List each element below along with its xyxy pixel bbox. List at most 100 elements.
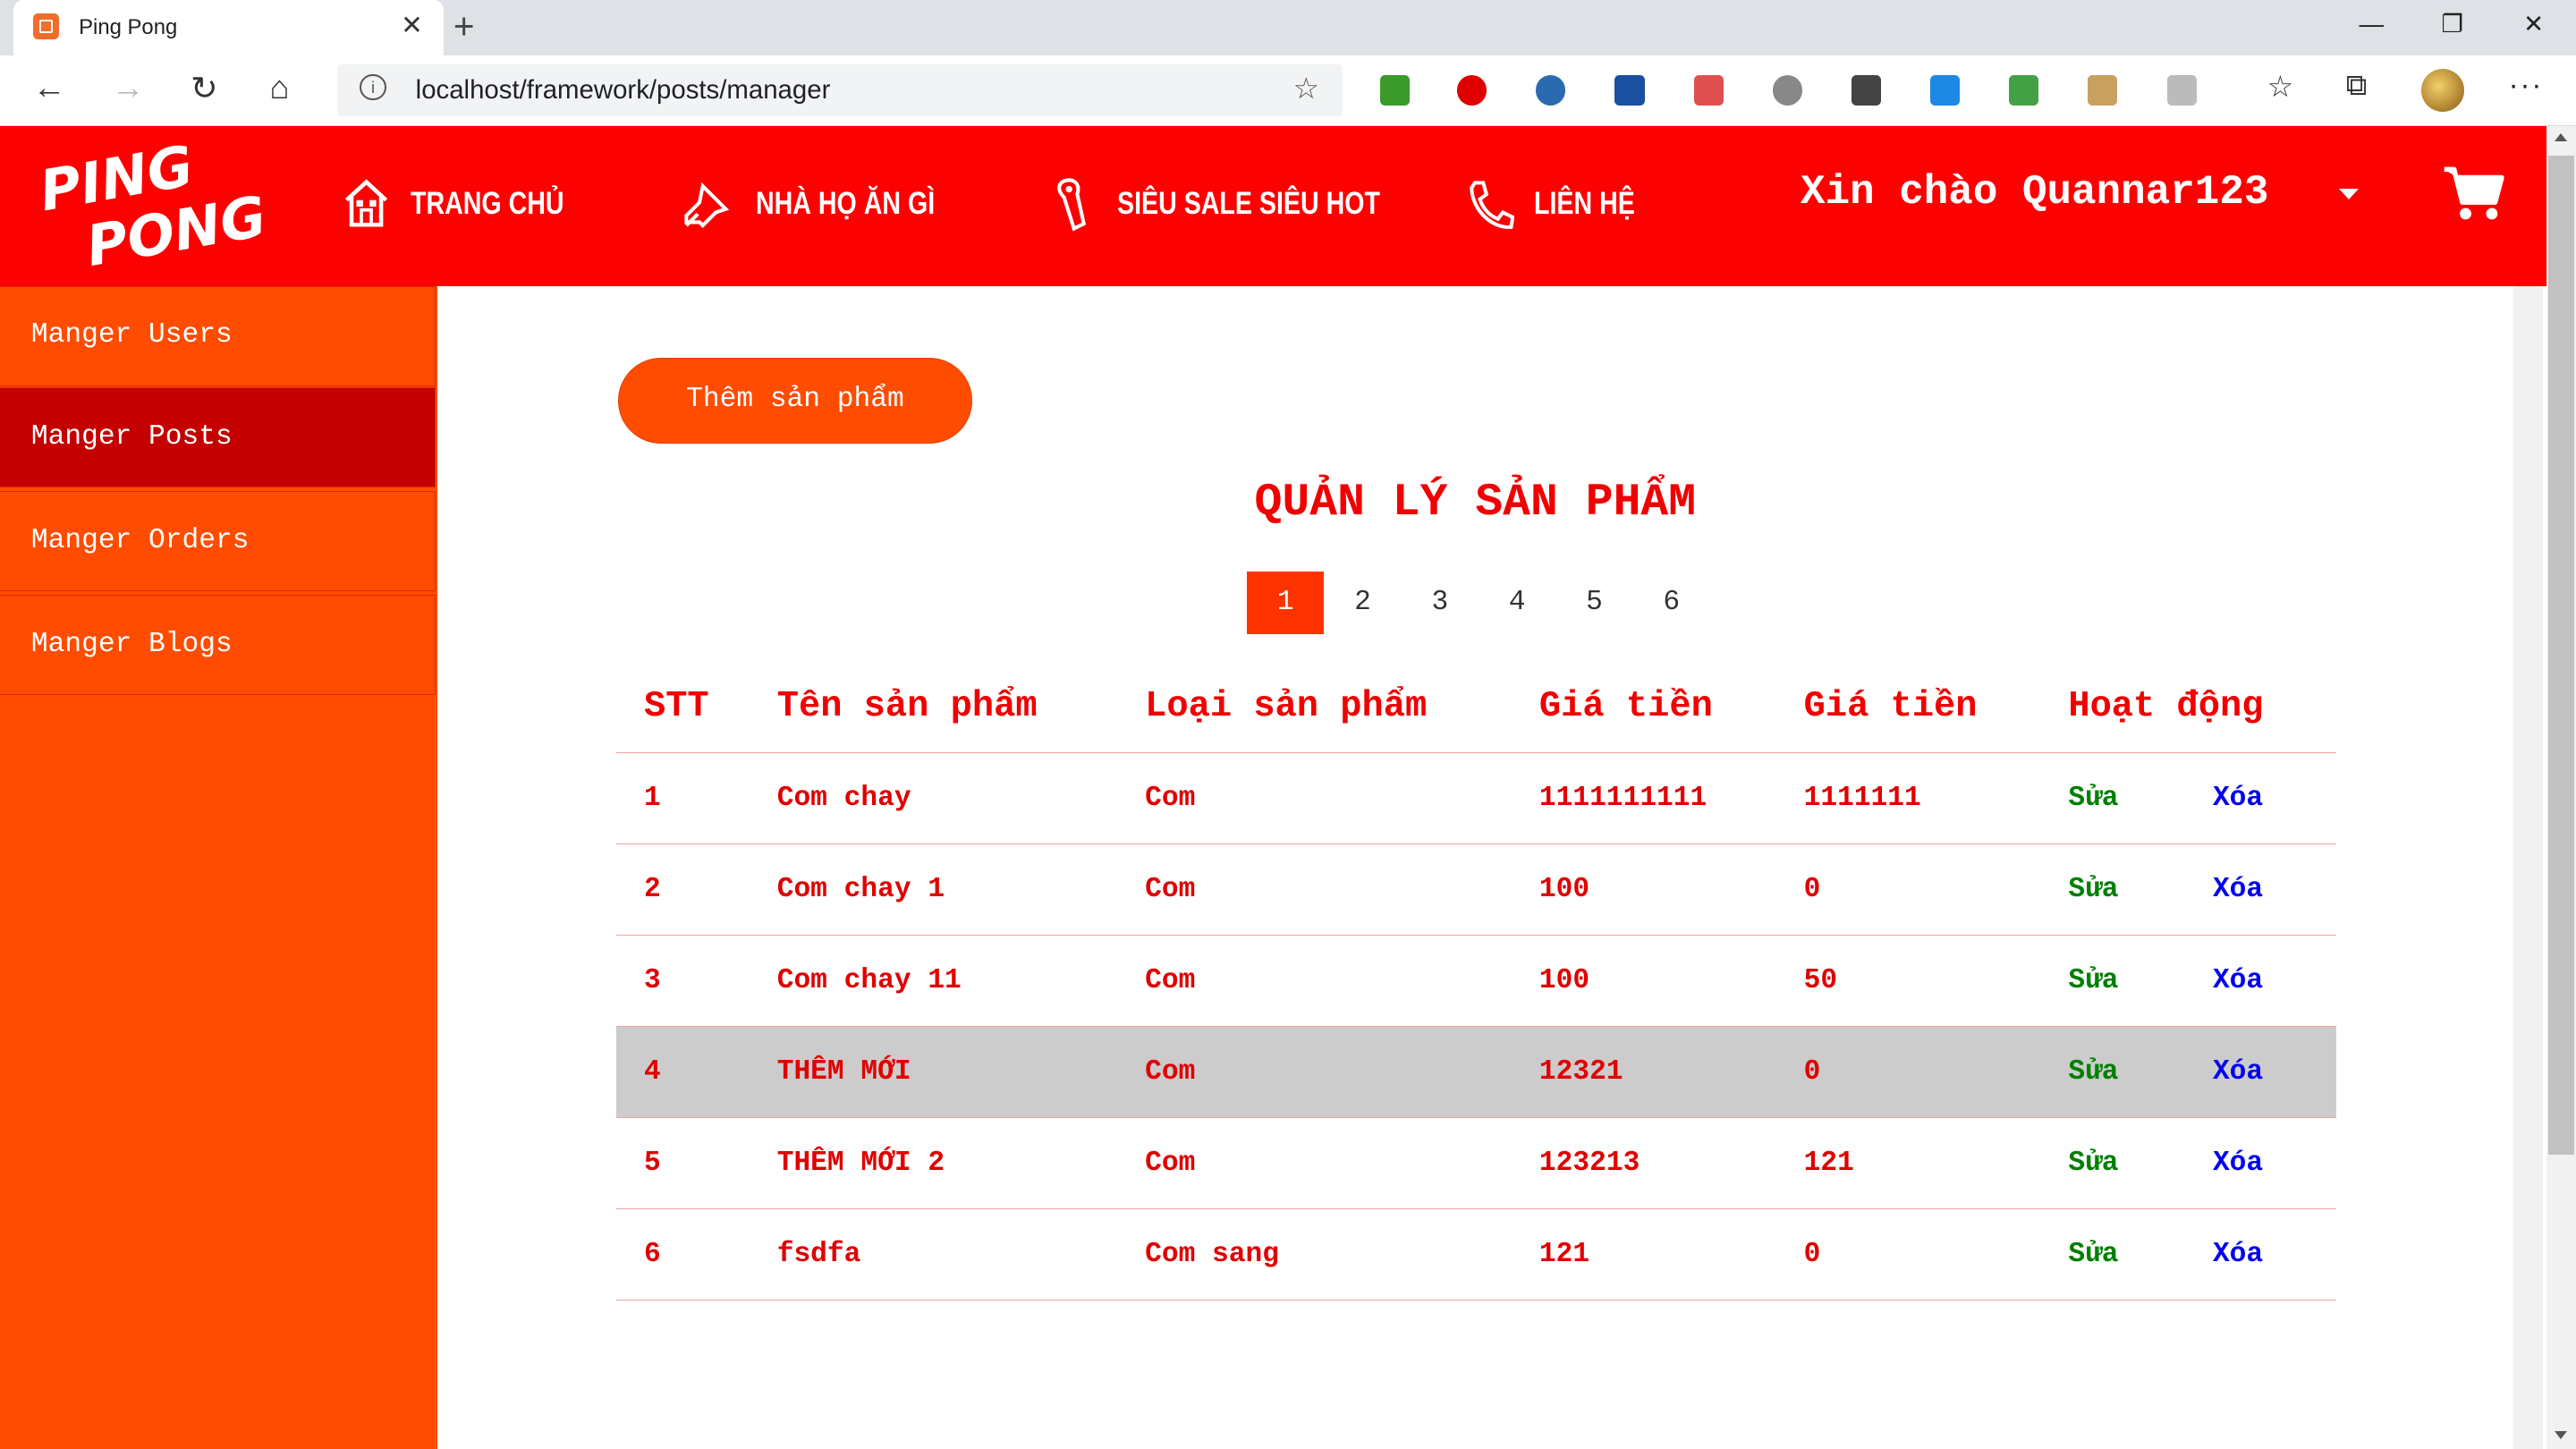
cell-price-2: 0 bbox=[1775, 1208, 2041, 1301]
cell-price-2: 50 bbox=[1775, 935, 2041, 1028]
edit-link[interactable]: Sửa bbox=[2040, 1026, 2185, 1119]
cell-type: Com bbox=[1116, 1117, 1512, 1210]
sidebar-item-label: Manger Orders bbox=[30, 524, 250, 556]
nav-nha-ho-an-gi[interactable]: NHÀ HỌ ĂN GÌ bbox=[680, 176, 974, 232]
scroll-up-icon[interactable] bbox=[2555, 132, 2568, 141]
delete-link[interactable]: Xóa bbox=[2184, 752, 2336, 845]
table-row: 5 THÊM MỚI 2 Com 123213 121 Sửa Xóa bbox=[615, 1117, 2336, 1210]
delete-link[interactable]: Xóa bbox=[2184, 1208, 2336, 1301]
extension-opera-icon[interactable] bbox=[1457, 75, 1487, 106]
site-favicon-icon bbox=[32, 13, 60, 40]
phone-icon bbox=[1470, 180, 1515, 229]
nav-lien-he[interactable]: LIÊN HỆ bbox=[1465, 176, 1657, 232]
scrollbar-thumb[interactable] bbox=[2547, 156, 2575, 1156]
sidebar-item-blogs[interactable]: Manger Blogs bbox=[0, 594, 436, 695]
page-link-2[interactable]: 2 bbox=[1324, 572, 1401, 634]
extension-network-icon[interactable] bbox=[1693, 75, 1724, 106]
tab-title: Ping Pong bbox=[79, 14, 178, 39]
cart-icon[interactable] bbox=[2441, 163, 2506, 222]
extension-v-icon[interactable] bbox=[2166, 75, 2197, 106]
add-product-button[interactable]: Thêm sản phẩm bbox=[617, 358, 973, 444]
page-scrollbar[interactable] bbox=[2546, 126, 2576, 1449]
pagination: 1 2 3 4 5 6 bbox=[1247, 572, 1710, 634]
cell-stt: 3 bbox=[615, 935, 750, 1028]
browser-tab-strip: Ping Pong ✕ + — ❐ ✕ bbox=[0, 0, 2576, 56]
home-browser-icon[interactable]: ⌂ bbox=[269, 69, 289, 106]
back-icon[interactable]: ← bbox=[33, 69, 66, 106]
cell-price: 123213 bbox=[1511, 1117, 1776, 1210]
extension-gear-icon[interactable] bbox=[1379, 75, 1410, 106]
chevron-down-icon[interactable] bbox=[2339, 189, 2360, 199]
page-viewport: PING PONG TRANG CHỦ NHÀ HỌ ĂN GÌ SIÊU SA… bbox=[0, 126, 2546, 1449]
delete-link[interactable]: Xóa bbox=[2184, 935, 2336, 1028]
column-header-stt: STT bbox=[615, 660, 750, 754]
delete-link[interactable]: Xóa bbox=[2184, 843, 2336, 936]
favorites-icon[interactable]: ☆ bbox=[2267, 69, 2294, 105]
cell-type: Com sang bbox=[1116, 1208, 1512, 1301]
cell-stt: 1 bbox=[615, 752, 750, 845]
page-link-6[interactable]: 6 bbox=[1633, 572, 1710, 634]
cell-stt: 6 bbox=[615, 1208, 750, 1301]
nav-trang-chu[interactable]: TRANG CHỦ bbox=[342, 176, 597, 232]
cell-type: Com bbox=[1116, 935, 1512, 1028]
nav-sieu-sale[interactable]: SIÊU SALE SIÊU HOT bbox=[1051, 176, 1437, 232]
sidebar-item-users[interactable]: Manger Users bbox=[0, 285, 436, 386]
delete-link[interactable]: Xóa bbox=[2184, 1117, 2336, 1210]
cell-price-2: 121 bbox=[1775, 1117, 2041, 1210]
table-row: 1 Com chay Com 1111111111 1111111 Sửa Xó… bbox=[615, 752, 2336, 845]
extension-xml-icon[interactable] bbox=[2009, 75, 2039, 106]
table-row-hovered: 4 THÊM MỚI Com 12321 0 Sửa Xóa bbox=[615, 1026, 2336, 1119]
address-bar[interactable]: i localhost/framework/posts/manager ☆ bbox=[336, 64, 1343, 117]
more-menu-icon[interactable]: ··· bbox=[2509, 69, 2544, 103]
page-link-4[interactable]: 4 bbox=[1479, 572, 1555, 634]
site-info-icon[interactable]: i bbox=[360, 73, 386, 101]
page-link-1[interactable]: 1 bbox=[1247, 572, 1325, 634]
site-logo[interactable]: PING PONG bbox=[35, 133, 271, 279]
user-greeting[interactable]: Xin chào Quannar123 bbox=[1801, 169, 2268, 216]
cell-name: Com chay 1 bbox=[749, 843, 1117, 936]
extension-mail-icon[interactable] bbox=[1930, 75, 1961, 106]
page-link-5[interactable]: 5 bbox=[1555, 572, 1632, 634]
new-tab-icon[interactable]: + bbox=[453, 5, 475, 47]
extension-j-icon[interactable] bbox=[1614, 75, 1645, 106]
tag-icon bbox=[1057, 178, 1087, 232]
browser-tab[interactable]: Ping Pong ✕ bbox=[13, 0, 444, 56]
favorite-star-icon[interactable]: ☆ bbox=[1292, 71, 1319, 106]
extension-settings-icon[interactable] bbox=[1772, 75, 1802, 106]
forward-icon[interactable]: → bbox=[112, 69, 145, 106]
close-tab-icon[interactable]: ✕ bbox=[401, 10, 423, 41]
sidebar-item-posts[interactable]: Manger Posts bbox=[0, 387, 436, 488]
minimize-icon[interactable]: — bbox=[2360, 10, 2385, 38]
cell-type: Com bbox=[1116, 752, 1512, 845]
sidebar-item-label: Manger Users bbox=[30, 319, 233, 352]
profile-avatar-icon[interactable] bbox=[2421, 69, 2465, 112]
edit-link[interactable]: Sửa bbox=[2040, 843, 2185, 936]
delete-link[interactable]: Xóa bbox=[2184, 1026, 2336, 1119]
sidebar-item-label: Manger Posts bbox=[30, 421, 233, 453]
extension-globe-icon[interactable] bbox=[1536, 75, 1566, 106]
sidebar-item-orders[interactable]: Manger Orders bbox=[0, 491, 436, 592]
extension-photo-icon[interactable] bbox=[1851, 75, 1881, 106]
edit-link[interactable]: Sửa bbox=[2040, 1117, 2185, 1210]
restore-icon[interactable]: ❐ bbox=[2441, 10, 2463, 38]
page-link-3[interactable]: 3 bbox=[1402, 572, 1479, 634]
table-row: 6 fsdfa Com sang 121 0 Sửa Xóa bbox=[615, 1208, 2336, 1301]
reload-icon[interactable]: ↻ bbox=[191, 69, 218, 107]
cell-stt: 4 bbox=[615, 1026, 750, 1119]
column-header-name: Tên sản phẩm bbox=[749, 660, 1117, 754]
table-row: 3 Com chay 11 Com 100 50 Sửa Xóa bbox=[615, 935, 2336, 1028]
url-text: localhost/framework/posts/manager bbox=[415, 75, 831, 106]
nav-label: SIÊU SALE SIÊU HOT bbox=[1116, 185, 1380, 221]
collections-icon[interactable]: ⧉ bbox=[2346, 69, 2368, 103]
edit-link[interactable]: Sửa bbox=[2040, 752, 2185, 845]
extension-image-icon[interactable] bbox=[2088, 75, 2118, 106]
window-close-icon[interactable]: ✕ bbox=[2523, 10, 2544, 38]
cell-name: fsdfa bbox=[749, 1208, 1117, 1301]
main-content: Thêm sản phẩm QUẢN LÝ SẢN PHẨM 1 2 3 4 5… bbox=[436, 285, 2544, 1449]
content-scrollbar[interactable] bbox=[2513, 285, 2544, 1449]
scroll-down-icon[interactable] bbox=[2555, 1430, 2568, 1439]
cell-stt: 5 bbox=[615, 1117, 750, 1210]
edit-link[interactable]: Sửa bbox=[2040, 935, 2185, 1028]
cell-price: 100 bbox=[1511, 935, 1776, 1028]
edit-link[interactable]: Sửa bbox=[2040, 1208, 2185, 1301]
